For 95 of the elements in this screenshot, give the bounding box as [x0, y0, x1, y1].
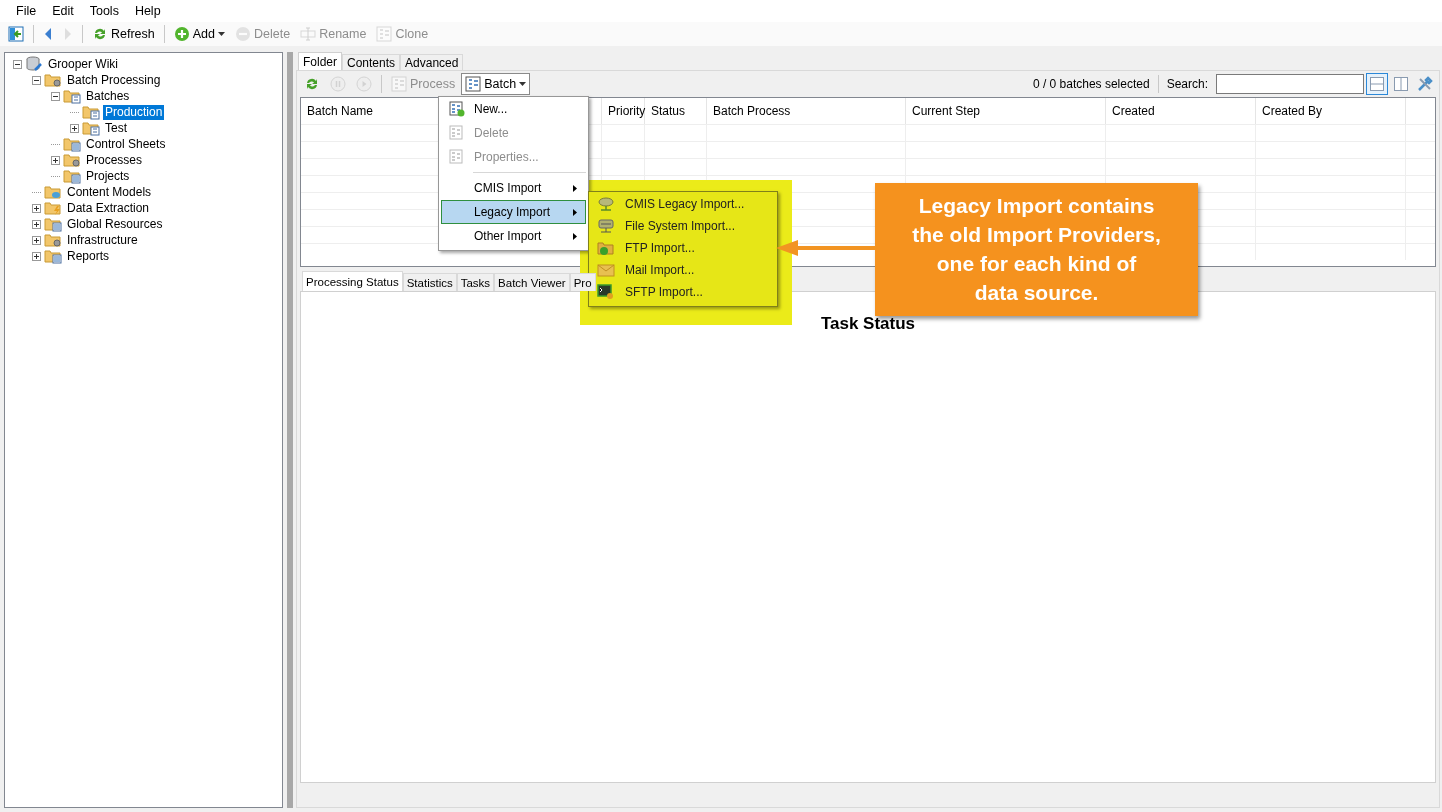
- tab[interactable]: Folder: [298, 52, 342, 70]
- gear-folder-icon: [44, 232, 62, 248]
- add-button[interactable]: Add: [169, 23, 230, 45]
- expand-icon[interactable]: [51, 155, 60, 165]
- tab[interactable]: Tasks: [456, 273, 495, 291]
- tree-item[interactable]: Grooper Wiki: [46, 56, 120, 72]
- tree-toggle-icon: [8, 26, 24, 42]
- column-header[interactable]: Priority: [602, 98, 645, 124]
- envelope-icon: [597, 262, 615, 278]
- globe-folder-icon: [597, 240, 615, 256]
- delete-icon: [235, 26, 252, 42]
- delete-batch-icon: [449, 125, 465, 141]
- batch-folder-icon: [63, 88, 81, 104]
- cloud-icon: [597, 196, 615, 212]
- tree-item[interactable]: Projects: [84, 168, 132, 184]
- column-header[interactable]: Current Step: [906, 98, 1106, 124]
- list-folder-icon: [44, 248, 62, 264]
- tab[interactable]: Processing Status: [302, 271, 403, 291]
- clone-icon: [376, 26, 393, 42]
- submenu-arrow-icon: [573, 232, 577, 240]
- tree-item[interactable]: Global Resources: [65, 216, 165, 232]
- menu-item[interactable]: CMIS Import: [441, 176, 586, 200]
- new-batch-icon: [449, 101, 465, 117]
- expand-icon[interactable]: [32, 251, 41, 261]
- tree-item[interactable]: Data Extraction: [65, 200, 152, 216]
- horizontal-layout-button[interactable]: [1366, 73, 1388, 95]
- menu-item[interactable]: File: [8, 4, 45, 18]
- menu-item[interactable]: CMIS Legacy Import...: [589, 193, 777, 215]
- tree-item[interactable]: Processes: [84, 152, 145, 168]
- selection-count: 0 / 0 batches selected: [1031, 77, 1151, 91]
- tab[interactable]: Statistics: [402, 273, 457, 291]
- menu-item[interactable]: New...: [441, 97, 586, 121]
- menu-item[interactable]: Help: [126, 4, 169, 18]
- expand-icon[interactable]: [32, 203, 41, 213]
- database-icon: [25, 56, 43, 72]
- forward-arrow-icon: [63, 27, 73, 41]
- caret-icon: [519, 82, 527, 86]
- database-folder-icon: [44, 184, 62, 200]
- menu-item[interactable]: File System Import...: [589, 215, 777, 237]
- play-icon: [356, 76, 372, 92]
- callout-note: Legacy Import contains the old Import Providers, one for each kind of data source.: [875, 183, 1198, 316]
- search-field[interactable]: [1216, 74, 1364, 94]
- submenu-arrow-icon: [573, 208, 577, 216]
- tree-item[interactable]: Production: [103, 104, 165, 120]
- tree-item[interactable]: Control Sheets: [84, 136, 168, 152]
- expand-icon[interactable]: [32, 235, 41, 245]
- collapse-icon[interactable]: [51, 91, 60, 101]
- menu-item[interactable]: Tools: [81, 4, 127, 18]
- tree-item[interactable]: Content Models: [65, 184, 154, 200]
- add-icon: [173, 26, 190, 42]
- search-label: Search:: [1165, 77, 1209, 91]
- menu-item[interactable]: Other Import: [441, 224, 586, 248]
- rename-icon: [300, 27, 317, 41]
- refresh-button[interactable]: Refresh: [88, 23, 159, 45]
- caret-icon: [218, 32, 226, 36]
- refresh-icon: [92, 26, 108, 42]
- drive-icon: [597, 218, 615, 234]
- properties-icon: [449, 149, 465, 165]
- list-folder-icon: [44, 216, 62, 232]
- tree-item[interactable]: Test: [103, 120, 129, 136]
- tab[interactable]: Advanced: [400, 54, 464, 70]
- batch-button[interactable]: Batch: [461, 73, 531, 95]
- list-folder-icon: [63, 136, 81, 152]
- tab[interactable]: Pro: [569, 273, 596, 291]
- tree-item[interactable]: Reports: [65, 248, 112, 264]
- gear-folder-icon: [44, 72, 62, 88]
- column-header[interactable]: Created By: [1256, 98, 1406, 124]
- back-arrow-icon: [43, 27, 53, 41]
- expand-icon[interactable]: [70, 123, 79, 133]
- bolt-folder-icon: [44, 200, 62, 216]
- batch-folder-icon: [82, 120, 100, 136]
- list-folder-icon: [63, 168, 81, 184]
- collapse-icon[interactable]: [13, 59, 22, 69]
- panel-title: Task Status: [820, 314, 916, 334]
- tab[interactable]: Contents: [342, 54, 401, 70]
- expand-icon[interactable]: [32, 219, 41, 229]
- column-header[interactable]: Created: [1106, 98, 1256, 124]
- collapse-icon[interactable]: [32, 75, 41, 85]
- tree-item[interactable]: Batch Processing: [65, 72, 163, 88]
- submenu-arrow-icon: [573, 184, 577, 192]
- terminal-key-icon: [597, 284, 615, 300]
- tree-item[interactable]: Infrastructure: [65, 232, 140, 248]
- pause-icon: [330, 76, 346, 92]
- menu-item[interactable]: FTP Import...: [589, 237, 777, 259]
- menu-item[interactable]: Edit: [44, 4, 82, 18]
- refresh-icon: [304, 76, 320, 92]
- column-header[interactable]: Status: [645, 98, 707, 124]
- column-header[interactable]: Batch Process: [707, 98, 906, 124]
- batch-folder-icon: [82, 104, 100, 120]
- tab[interactable]: Batch Viewer: [494, 273, 570, 291]
- gear-folder-icon: [63, 152, 81, 168]
- menu-item[interactable]: Legacy Import: [441, 200, 586, 224]
- tree-item[interactable]: Batches: [84, 88, 132, 104]
- process-icon: [391, 76, 407, 92]
- batch-icon: [465, 76, 482, 92]
